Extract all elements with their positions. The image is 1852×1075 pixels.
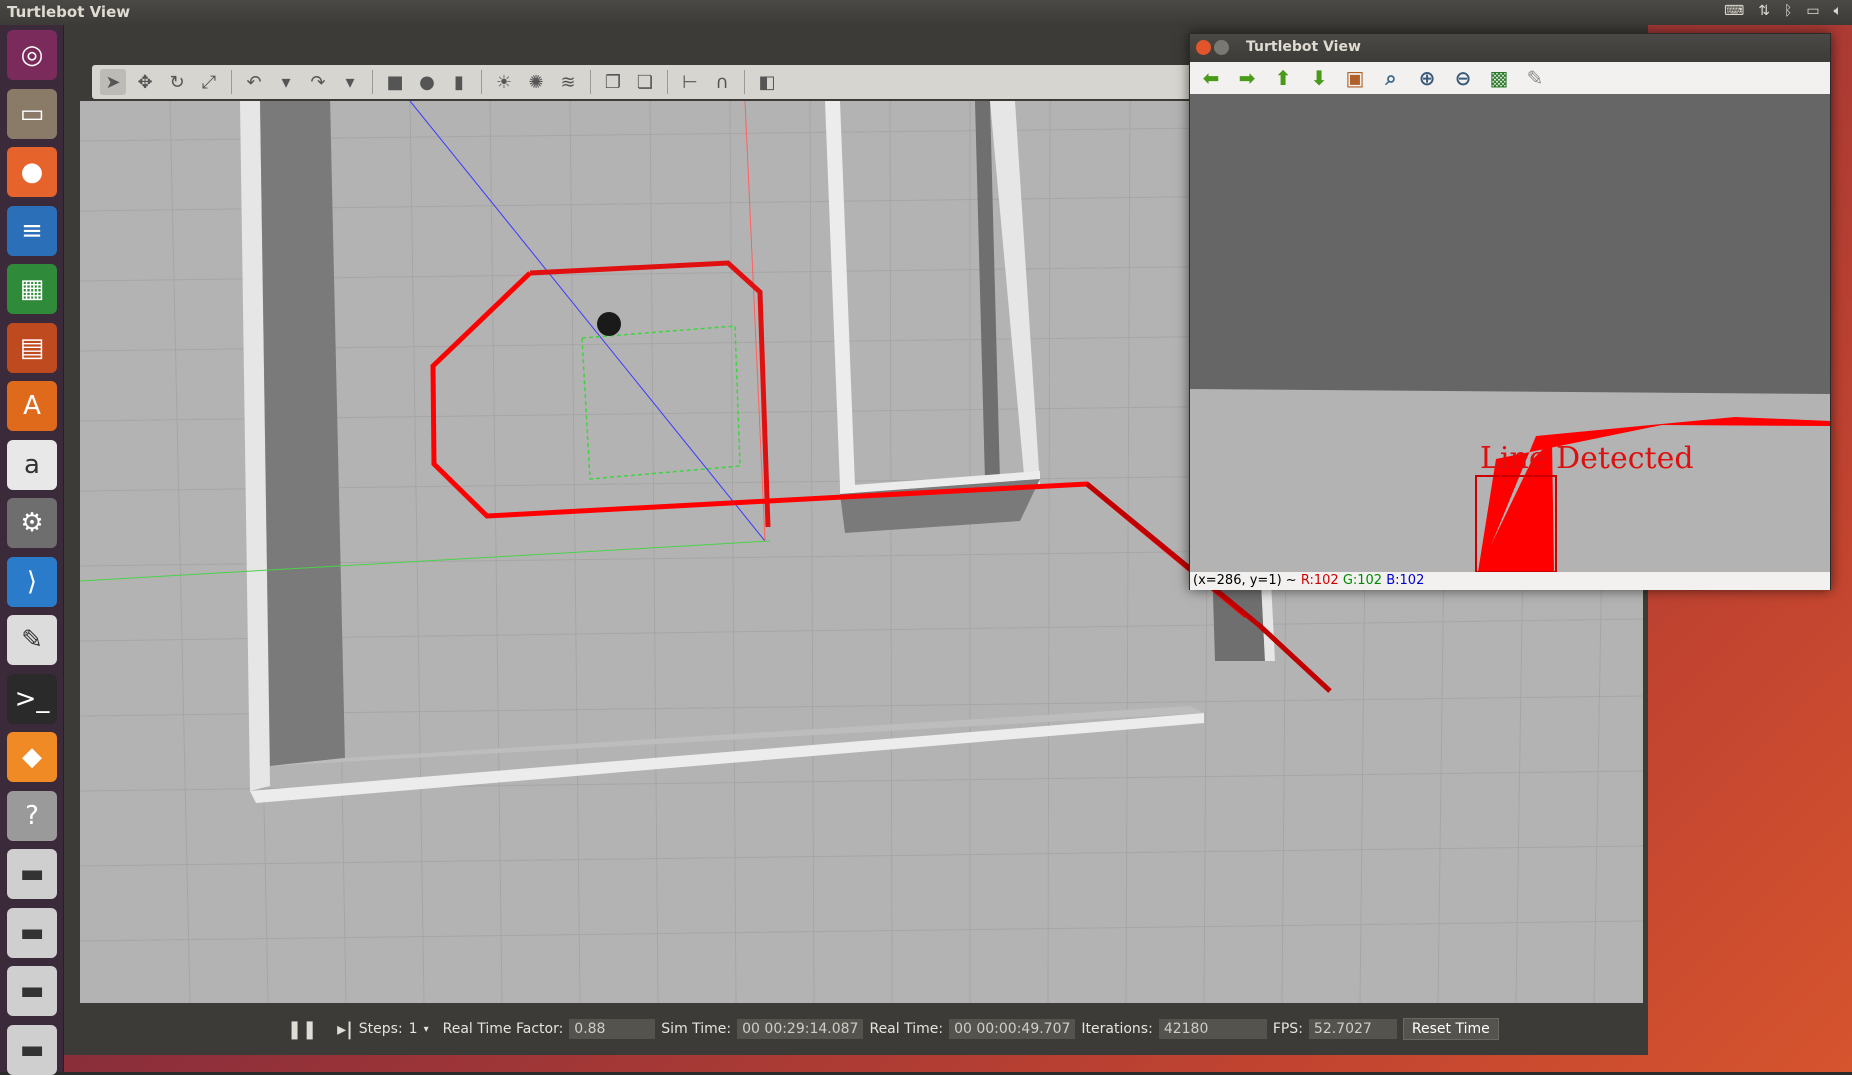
real-time-label: Real Time:	[869, 1021, 944, 1037]
cylinder-shape-icon[interactable]: ▮	[446, 69, 472, 95]
sphere-shape-icon[interactable]: ●	[414, 69, 440, 95]
paste-icon[interactable]: ❏	[632, 69, 658, 95]
forward-arrow-icon[interactable]: ➡	[1234, 66, 1260, 90]
toolbar-separator	[744, 70, 745, 94]
bluetooth-icon[interactable]: ᛒ	[1784, 3, 1792, 19]
step-button[interactable]: ▸|	[337, 1019, 353, 1040]
launcher-libreoffice-impress-icon[interactable]: ▤	[7, 322, 57, 373]
launcher-software-center-icon[interactable]: A	[7, 381, 57, 431]
launcher-system-settings-icon[interactable]: ⚙	[7, 498, 57, 548]
keyboard-icon[interactable]: ⌨	[1724, 3, 1744, 19]
view-angle-icon[interactable]: ◧	[754, 69, 780, 95]
close-icon[interactable]	[1196, 40, 1211, 55]
camera-frustum-box	[581, 325, 741, 480]
iterations-label: Iterations:	[1081, 1021, 1153, 1037]
launcher-drive-3-icon[interactable]: ▬	[7, 966, 57, 1016]
maze-walls	[240, 101, 1275, 803]
properties-icon[interactable]: ✎	[1522, 66, 1548, 90]
launcher-libreoffice-calc-icon[interactable]: ▦	[7, 264, 57, 314]
toolbar-separator	[372, 70, 373, 94]
select-mode-icon[interactable]: ➤	[100, 69, 126, 95]
image-icon[interactable]: ▣	[1342, 66, 1368, 90]
spot-light-icon[interactable]: ✺	[523, 69, 549, 95]
save-icon[interactable]: ▩	[1486, 66, 1512, 90]
launcher-libreoffice-writer-icon[interactable]: ≡	[7, 205, 57, 256]
copy-icon[interactable]: ❐	[600, 69, 626, 95]
real-time-value: 00 00:00:49.707	[949, 1019, 1076, 1039]
translate-mode-icon[interactable]: ✥	[132, 69, 158, 95]
launcher-ubuntu-dash-icon[interactable]: ◎	[7, 30, 57, 80]
rtf-label: Real Time Factor:	[442, 1021, 564, 1037]
undo-icon[interactable]: ↶	[241, 69, 267, 95]
redo-dropdown-icon[interactable]: ▾	[337, 69, 363, 95]
rtf-value: 0.88	[569, 1019, 656, 1039]
launcher: ◎ ▭ ● ≡ ▦ ▤ Aa ⚙ ⟩ ✎ >_ ◆? ▬ ▬ ▬ ▬	[0, 25, 64, 1075]
image-pixel-status: (x=286, y=1) ~ R:102 G:102 B:102	[1190, 572, 1830, 590]
toolbar-separator	[667, 70, 668, 94]
launcher-drive-4-icon[interactable]: ▬	[7, 1024, 57, 1075]
point-light-icon[interactable]: ☀	[491, 69, 517, 95]
down-arrow-icon[interactable]: ⬇	[1306, 66, 1332, 90]
image-window-toolbar: ⬅ ➡ ⬆ ⬇ ▣ ⌕ ⊕ ⊖ ▩ ✎	[1190, 62, 1830, 94]
undo-dropdown-icon[interactable]: ▾	[273, 69, 299, 95]
toolbar-separator	[481, 70, 482, 94]
scale-mode-icon[interactable]: ⤢	[196, 69, 222, 95]
rotate-mode-icon[interactable]: ↻	[164, 69, 190, 95]
toolbar-separator	[590, 70, 591, 94]
active-window-title: Turtlebot View	[7, 3, 131, 21]
snap-icon[interactable]: ∩	[709, 69, 735, 95]
image-window-title: Turtlebot View	[1246, 39, 1361, 55]
camera-image-render: Line Detected	[1190, 94, 1830, 572]
launcher-gazebo-icon[interactable]: ◆	[7, 732, 57, 782]
battery-icon[interactable]: ▭	[1806, 3, 1819, 19]
reset-time-button[interactable]: Reset Time	[1402, 1018, 1499, 1040]
launcher-firefox-icon[interactable]: ●	[7, 147, 57, 197]
launcher-files-icon[interactable]: ▭	[7, 88, 57, 139]
launcher-vscode-icon[interactable]: ⟩	[7, 556, 57, 607]
align-icon[interactable]: ⊢	[677, 69, 703, 95]
launcher-amazon-icon[interactable]: a	[7, 439, 57, 490]
axis-blue	[409, 101, 766, 542]
directional-light-icon[interactable]: ≋	[555, 69, 581, 95]
steps-value[interactable]: 1	[409, 1021, 418, 1037]
image-window-titlebar[interactable]: Turtlebot View	[1190, 34, 1830, 62]
sim-time-label: Sim Time:	[661, 1021, 732, 1037]
pause-button[interactable]: ❚❚	[287, 1019, 317, 1040]
zoom-fit-icon[interactable]: ⌕	[1378, 66, 1404, 90]
pixel-coord: (x=286, y=1) ~	[1193, 573, 1297, 588]
redo-icon[interactable]: ↷	[305, 69, 331, 95]
up-arrow-icon[interactable]: ⬆	[1270, 66, 1296, 90]
gazebo-toolbar-buttons: ➤ ✥ ↻ ⤢ ↶ ▾ ↷ ▾ ■ ● ▮ ☀ ✺ ≋ ❐ ❏ ⊢ ∩ ◧	[92, 65, 1232, 99]
fps-label: FPS:	[1272, 1021, 1303, 1037]
back-arrow-icon[interactable]: ⬅	[1198, 66, 1224, 90]
launcher-drive-2-icon[interactable]: ▬	[7, 907, 57, 958]
pixel-g: G:102	[1342, 573, 1383, 588]
launcher-drive-1-icon[interactable]: ▬	[7, 849, 57, 899]
launcher-help-icon[interactable]: ?	[7, 790, 57, 841]
pixel-r: R:102	[1300, 573, 1339, 588]
simulation-status-bar: ❚❚ ▸| Steps: 1 ▾ Real Time Factor: 0.88 …	[80, 1003, 1643, 1053]
camera-image[interactable]: Line Detected	[1190, 94, 1830, 572]
launcher-terminal-icon[interactable]: >_	[7, 673, 57, 724]
volume-icon[interactable]: 🔈︎	[1834, 3, 1842, 19]
fps-value: 52.7027	[1308, 1019, 1397, 1039]
image-view-window: Turtlebot View ⬅ ➡ ⬆ ⬇ ▣ ⌕ ⊕ ⊖ ▩ ✎ Line Detected …	[1189, 33, 1831, 590]
turtlebot-model	[597, 312, 621, 336]
toolbar-separator	[231, 70, 232, 94]
launcher-text-editor-icon[interactable]: ✎	[7, 615, 57, 665]
top-panel: Turtlebot View ⌨ ⇅ ᛒ ▭ 🔈︎	[0, 0, 1852, 25]
axis-green	[80, 540, 771, 582]
iterations-value: 42180	[1158, 1019, 1267, 1039]
pixel-b: B:102	[1386, 573, 1425, 588]
sim-time-value: 00 00:29:14.087	[737, 1019, 864, 1039]
zoom-in-icon[interactable]: ⊕	[1414, 66, 1440, 90]
zoom-out-icon[interactable]: ⊖	[1450, 66, 1476, 90]
box-shape-icon[interactable]: ■	[382, 69, 408, 95]
steps-label: Steps:	[358, 1021, 403, 1037]
steps-dropdown-icon[interactable]: ▾	[424, 1024, 429, 1035]
indicator-area: ⌨ ⇅ ᛒ ▭ 🔈︎	[1724, 3, 1842, 19]
minimize-icon[interactable]	[1214, 40, 1229, 55]
network-icon[interactable]: ⇅	[1758, 3, 1770, 19]
line-detected-text: Line Detected	[1480, 441, 1694, 476]
